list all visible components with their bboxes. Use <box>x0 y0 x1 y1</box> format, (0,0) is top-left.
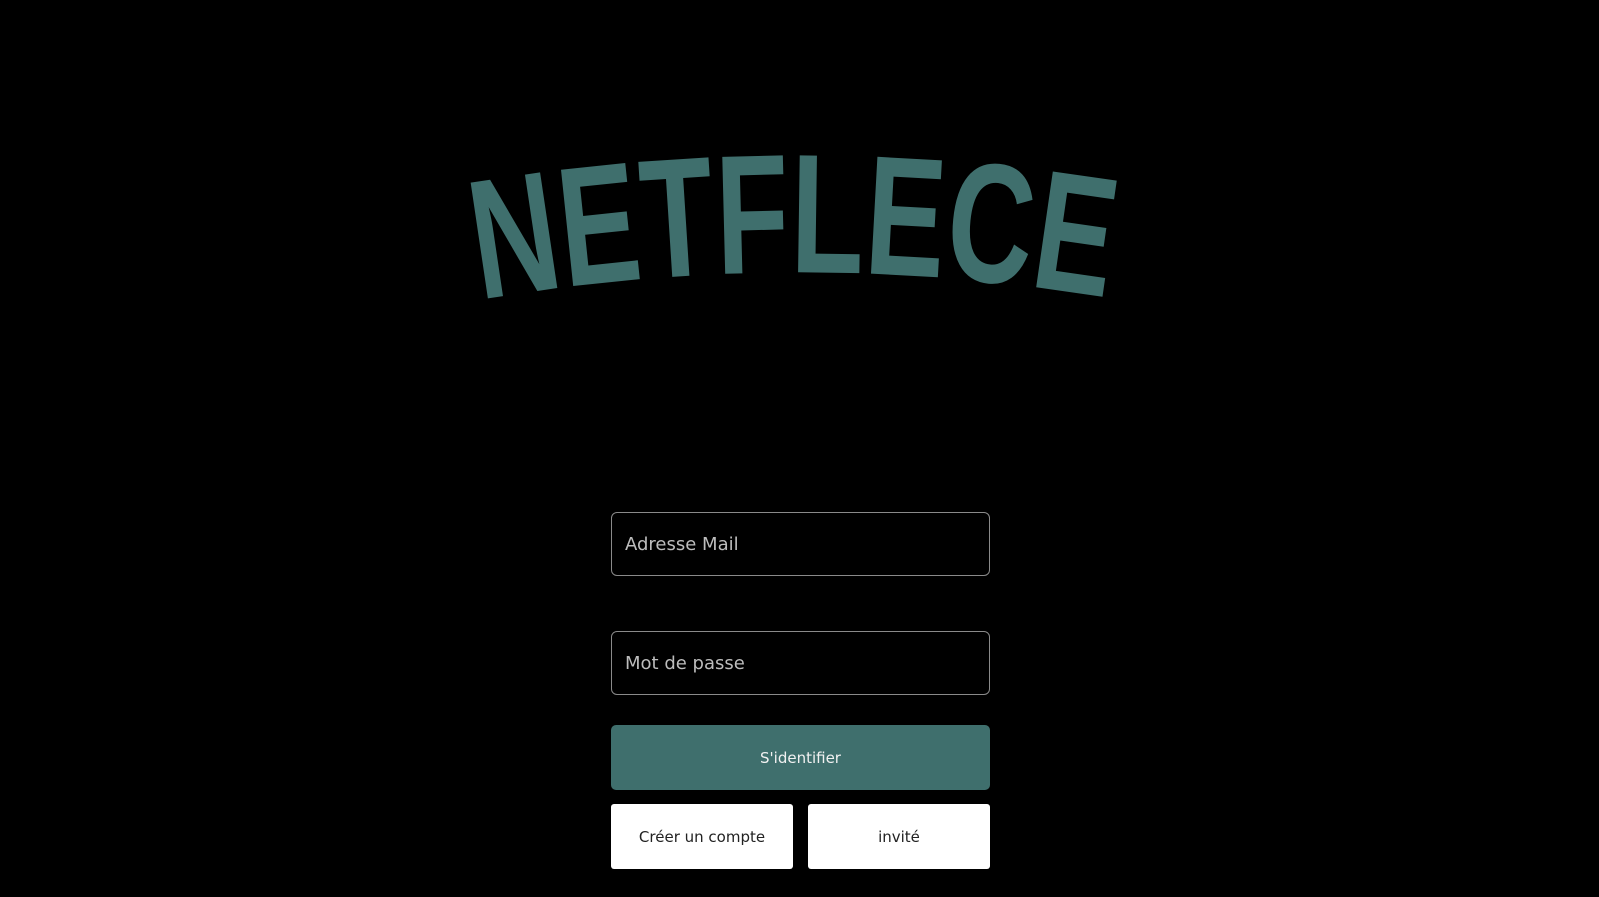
password-field[interactable] <box>611 631 990 695</box>
create-account-button[interactable]: Créer un compte <box>611 804 793 869</box>
sign-in-button[interactable]: S'identifier <box>611 725 990 790</box>
svg-text:NETFLECE: NETFLECE <box>470 150 1129 330</box>
netflece-logo: NETFLECE <box>470 150 1130 330</box>
login-page: NETFLECE S'identifier Créer un compte in… <box>0 0 1599 897</box>
email-field[interactable] <box>611 512 990 576</box>
logo-text: NETFLECE <box>470 150 1129 330</box>
guest-button[interactable]: invité <box>808 804 990 869</box>
